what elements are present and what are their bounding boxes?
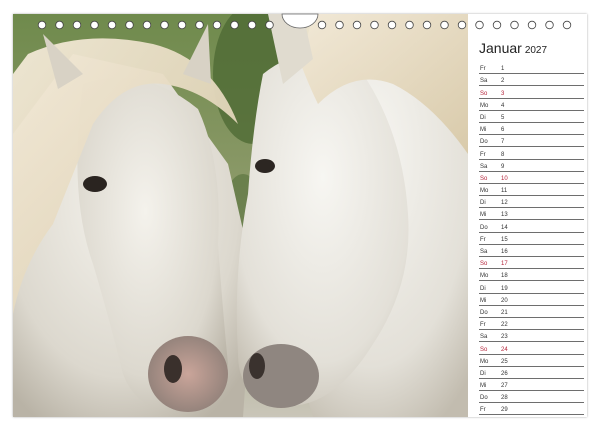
weekday-label: So: [480, 90, 488, 97]
day-number: 11: [501, 188, 508, 195]
day-row: Sa30: [479, 415, 584, 417]
day-number: 17: [501, 261, 508, 268]
day-number: 1: [501, 66, 505, 73]
horses-photo: [13, 14, 468, 417]
day-row: Do 28: [479, 391, 584, 404]
day-row: Fr 8: [479, 147, 584, 160]
weekday-label: Di: [480, 370, 486, 377]
day-number: 6: [501, 127, 505, 134]
day-number: 3: [501, 90, 505, 97]
calendar-panel: Januar 2027 Fr 1 Sa 2 So 3 Mo 4 Di 5 Mi 6 Do 7 Fr 8 Sa 9 So…: [468, 14, 587, 417]
day-row: Do 7: [479, 135, 584, 148]
day-number: 4: [501, 102, 505, 109]
weekday-label: Mo: [480, 188, 489, 195]
weekday-label: So: [480, 261, 488, 268]
weekday-label: Mo: [480, 273, 489, 280]
day-number: 29: [501, 407, 508, 414]
weekday-label: Di: [480, 200, 486, 207]
day-row: Mo 25: [479, 355, 584, 367]
day-number: 24: [501, 346, 508, 353]
day-row: Di 19: [479, 281, 584, 294]
day-row: Mi 20: [479, 294, 584, 306]
day-number: 12: [501, 200, 508, 207]
day-row: Fr 29: [479, 403, 584, 416]
calendar-page: Januar 2027 Fr 1 Sa 2 So 3 Mo 4 Di 5 Mi 6 Do 7 Fr 8 Sa 9 So…: [13, 14, 587, 417]
day-number: 14: [501, 224, 508, 231]
day-row: So 3: [479, 86, 584, 99]
day-number: 19: [501, 285, 508, 292]
day-row: Mi 27: [479, 379, 584, 392]
day-number: 20: [501, 297, 508, 304]
day-row: Sa 23: [479, 330, 584, 343]
day-list: Fr 1 Sa 2 So 3 Mo 4 Di 5 Mi 6 Do 7 Fr 8 Sa 9 So 10 Mo 11 Di 12 M…: [479, 62, 584, 417]
year-label: 2027: [524, 45, 548, 56]
day-row: Mi 6: [479, 123, 584, 136]
weekday-label: Mi: [480, 297, 487, 304]
day-number: 15: [501, 236, 508, 243]
day-number: 25: [501, 358, 508, 365]
weekday-label: Fr: [480, 151, 486, 158]
day-number: 22: [501, 322, 508, 329]
weekday-label: Mi: [480, 212, 487, 219]
day-row: Di 26: [479, 367, 584, 379]
weekday-label: Do: [480, 224, 488, 231]
day-number: 8: [501, 151, 505, 158]
day-row: Fr 15: [479, 233, 584, 245]
day-row: Mo 4: [479, 99, 584, 111]
day-number: 16: [501, 249, 508, 255]
weekday-label: Fr: [480, 407, 486, 414]
weekday-label: Sa: [480, 334, 488, 341]
day-number: 7: [501, 139, 505, 146]
day-number: 10: [501, 175, 508, 182]
day-row: Sa 9: [479, 160, 584, 172]
day-row: Do 21: [479, 306, 584, 318]
day-row: Sa 16: [479, 245, 584, 257]
day-row: Sa 2: [479, 74, 584, 87]
day-row: Di 5: [479, 111, 584, 123]
weekday-label: Do: [480, 309, 488, 316]
day-row: Mi 13: [479, 208, 584, 221]
day-number: 23: [501, 334, 508, 341]
weekday-label: Sa: [480, 163, 488, 170]
day-row: So 17: [479, 257, 584, 270]
weekday-label: Fr: [480, 236, 486, 243]
weekday-label: Di: [480, 285, 486, 292]
day-row: Fr 22: [479, 318, 584, 331]
weekday-label: Sa: [480, 78, 488, 85]
day-number: 27: [501, 383, 508, 390]
weekday-label: Sa: [480, 249, 488, 255]
weekday-label: Di: [480, 114, 486, 121]
weekday-label: So: [480, 346, 488, 353]
day-row: Fr 1: [479, 62, 584, 75]
day-number: 18: [501, 273, 508, 280]
day-row: So 24: [479, 342, 584, 355]
month-heading: Januar 2027: [479, 40, 547, 56]
weekday-label: Do: [480, 139, 488, 146]
weekday-label: Mo: [480, 358, 489, 365]
weekday-label: Fr: [480, 322, 486, 329]
day-row: Di 12: [479, 196, 584, 209]
month-name: Januar: [479, 40, 522, 56]
weekday-label: Do: [480, 395, 488, 402]
day-row: Mo 18: [479, 269, 584, 282]
weekday-label: Mo: [480, 102, 489, 109]
day-number: 2: [501, 78, 505, 85]
day-number: 5: [501, 114, 505, 121]
day-number: 13: [501, 212, 508, 219]
weekday-label: Mi: [480, 127, 487, 134]
day-number: 21: [501, 309, 508, 316]
day-number: 28: [501, 395, 508, 402]
day-row: Do 14: [479, 220, 584, 233]
weekday-label: Fr: [480, 66, 486, 73]
day-number: 26: [501, 370, 508, 377]
weekday-label: Mi: [480, 383, 487, 390]
day-row: So 10: [479, 172, 584, 184]
day-row: Mo 11: [479, 184, 584, 197]
weekday-label: So: [480, 175, 488, 182]
day-number: 9: [501, 163, 505, 170]
